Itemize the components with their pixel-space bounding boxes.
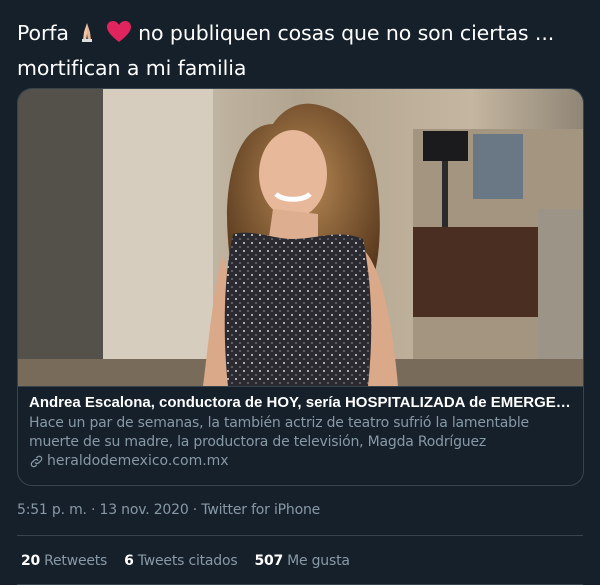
card-image[interactable] <box>18 89 584 386</box>
tweet-text: Porfa no publiquen cosas que no son cier… <box>17 18 587 84</box>
likes-label: Me gusta <box>287 553 350 569</box>
tweet-text-part2: no publiquen cosas que no son ciertas ..… <box>138 21 555 45</box>
likes-count: 507 <box>254 553 284 569</box>
card-domain-text[interactable]: heraldodemexico.com.mx <box>47 452 229 471</box>
link-icon <box>30 455 43 468</box>
card-description: Hace un par de semanas, la también actri… <box>29 415 529 450</box>
retweets-stat[interactable]: 20 Retweets <box>21 553 107 569</box>
likes-stat[interactable]: 507 Me gusta <box>254 553 349 569</box>
tweet-text-line2: mortifican a mi familia <box>17 56 247 80</box>
quotes-count: 6 <box>124 553 134 569</box>
tweet-stats: 20 Retweets 6 Tweets citados 507 Me gusta <box>21 553 367 569</box>
tweet-timestamp[interactable]: 5:51 p. m. · 13 nov. 2020 · Twitter for … <box>17 502 320 518</box>
retweets-label: Retweets <box>44 553 108 569</box>
link-card[interactable]: Andrea Escalona, conductora de HOY, serí… <box>17 88 584 486</box>
tweet-text-part1: Porfa <box>17 21 69 45</box>
quotes-label: Tweets citados <box>137 553 238 569</box>
card-title[interactable]: Andrea Escalona, conductora de HOY, serí… <box>29 393 572 413</box>
card-domain[interactable]: heraldodemexico.com.mx <box>29 452 572 471</box>
quotes-stat[interactable]: 6 Tweets citados <box>124 553 237 569</box>
retweets-count: 20 <box>21 553 41 569</box>
divider <box>17 535 583 536</box>
red-heart-icon <box>106 20 132 53</box>
card-body[interactable]: Andrea Escalona, conductora de HOY, serí… <box>18 386 583 485</box>
folded-hands-icon <box>75 20 99 53</box>
